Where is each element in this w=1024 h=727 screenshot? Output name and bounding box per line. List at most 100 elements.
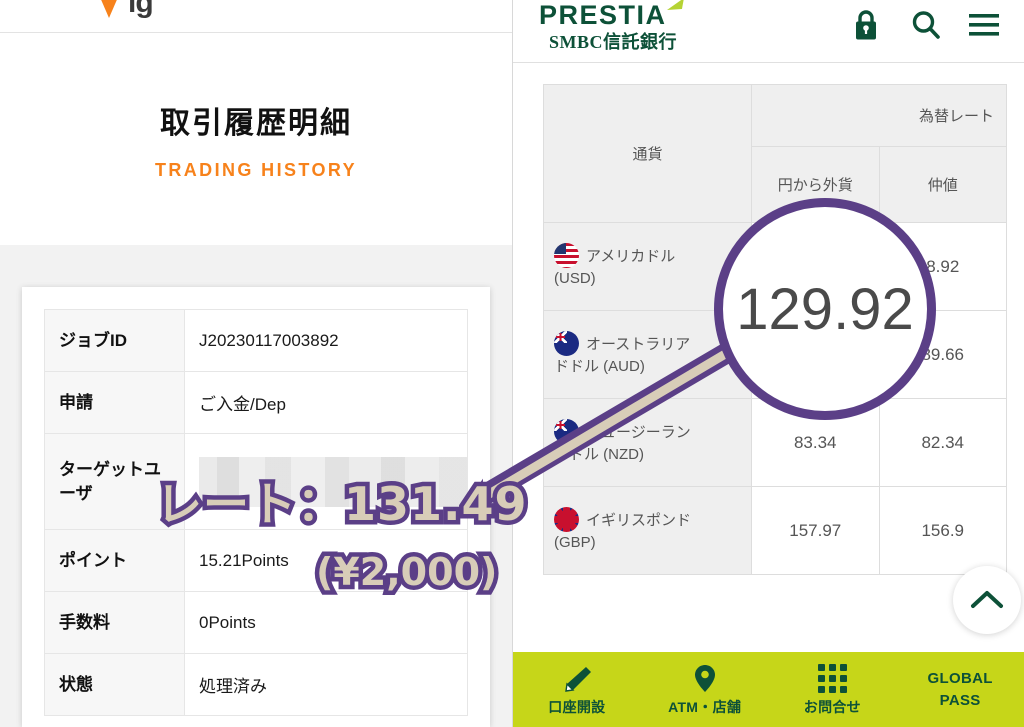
currency-code-line2: (USD) [554, 270, 596, 288]
table-row: ニュージーランドドル (NZD) 83.34 82.34 [543, 398, 1007, 487]
dot [839, 675, 847, 683]
currency-cell: イギリスポンド (GBP) [543, 486, 752, 575]
prestia-header: PRESTIA SMBC信託銀行 [513, 0, 1024, 63]
dot [817, 664, 825, 672]
row-value: J20230117003892 [184, 309, 468, 372]
dot [839, 664, 847, 672]
scroll-to-top-button[interactable] [953, 566, 1021, 634]
header-rate-group: 為替レート [751, 84, 1007, 147]
page-subtitle: TRADING HISTORY [154, 159, 357, 180]
page-hero: 取引履歴明細 TRADING HISTORY [0, 33, 512, 245]
table-row: オーストラリアドドル (AUD) 89.66 [543, 310, 1007, 399]
nav-label: ATM・店舗 [668, 698, 742, 715]
header-currency: 通貨 [543, 84, 752, 223]
dot [817, 686, 825, 694]
row-label: 状態 [44, 653, 185, 716]
site-logo[interactable]: ig [96, 0, 306, 18]
currency-cell: オーストラリアドドル (AUD) [543, 310, 752, 399]
currency-code-line2: ドドル (NZD) [554, 446, 644, 464]
from-yen-value [751, 222, 880, 311]
dot [828, 675, 836, 683]
table-row: 申請 ご入金/Dep [44, 371, 468, 434]
search-icon[interactable] [905, 4, 947, 46]
dot [828, 664, 836, 672]
header-from-yen: 円から外貨 [751, 146, 880, 223]
chevron-up-icon [971, 591, 1003, 608]
nav-contact[interactable]: お問合せ [769, 652, 897, 727]
flag-au-icon [554, 331, 579, 357]
screenshot-root: ig 取引履歴明細 TRADING HISTORY ジョブID J2023011… [0, 0, 1024, 727]
exchange-rate-table: 通貨 為替レート 円から外貨 仲値 アメリカドル (USD) 8.92 オースト… [543, 84, 1007, 575]
table-row: イギリスポンド (GBP) 157.97 156.9 [543, 486, 1007, 575]
trading-history-panel: ig 取引履歴明細 TRADING HISTORY ジョブID J2023011… [0, 0, 512, 727]
nav-label: お問合せ [803, 698, 861, 715]
row-label: ターゲットユーザ [44, 433, 185, 530]
row-value: 0Points [184, 591, 468, 654]
nav-label-line1: GLOBAL [927, 669, 993, 687]
dots-grid [817, 664, 847, 694]
pen-card-icon [562, 664, 592, 694]
row-label: 申請 [44, 371, 185, 434]
transaction-detail-table: ジョブID J20230117003892 申請 ご入金/Dep ターゲットユー… [44, 309, 468, 716]
bottom-navigation: 口座開設 ATM・店舗 お問合せ GLOBAL PASS [513, 652, 1024, 727]
hamburger-menu-icon[interactable] [963, 4, 1005, 46]
prestia-logo[interactable]: PRESTIA SMBC信託銀行 [527, 0, 727, 54]
mid-rate-value: 8.92 [878, 222, 1007, 311]
currency-code-line2: (GBP) [554, 534, 596, 552]
flag-nz-icon [554, 419, 579, 445]
dots-grid-icon [817, 664, 847, 694]
mid-rate-value: 82.34 [878, 398, 1007, 487]
currency-name-line1: イギリスポンド [586, 512, 692, 530]
header-mid-rate: 仲値 [878, 146, 1007, 223]
table-row: 状態 処理済み [44, 653, 468, 716]
from-yen-value: 157.97 [751, 486, 880, 575]
leaf-accent-icon [667, 0, 684, 10]
dot [817, 675, 825, 683]
table-row: ジョブID J20230117003892 [44, 309, 468, 372]
row-value: ご入金/Dep [184, 371, 468, 434]
exchange-rate-table-wrap: 通貨 為替レート 円から外貨 仲値 アメリカドル (USD) 8.92 オースト… [543, 84, 1007, 575]
lock-icon[interactable] [845, 4, 887, 46]
row-value: 処理済み [184, 653, 468, 716]
prestia-wordmark: PRESTIA [539, 0, 727, 30]
prestia-subname: SMBC信託銀行 [549, 32, 678, 52]
dot [839, 686, 847, 694]
nav-atm-branch[interactable]: ATM・店舗 [641, 652, 769, 727]
prestia-panel: PRESTIA SMBC信託銀行 通貨 為替レート 円から外貨 仲値 アメリカド… [512, 0, 1024, 727]
table-row: ポイント 15.21Points [44, 529, 468, 592]
row-value: 15.21Points [184, 529, 468, 592]
flag-us-icon [554, 243, 579, 269]
nav-account-open[interactable]: 口座開設 [513, 652, 641, 727]
row-label: ジョブID [44, 309, 185, 372]
flag-gb-icon [554, 507, 579, 533]
mid-rate-value: 156.9 [878, 486, 1007, 575]
detail-section: ジョブID J20230117003892 申請 ご入金/Dep ターゲットユー… [0, 245, 512, 727]
currency-cell: ニュージーランドドル (NZD) [543, 398, 752, 487]
from-yen-value: 83.34 [751, 398, 880, 487]
row-value-masked [184, 433, 468, 530]
currency-name-line1: ニュージーラン [586, 424, 691, 442]
from-yen-value [751, 310, 880, 399]
nav-label: 口座開設 [548, 698, 606, 715]
table-row: アメリカドル (USD) 8.92 [543, 222, 1007, 311]
prestia-wordmark-text: PRESTIA [539, 0, 667, 30]
table-row: ターゲットユーザ [44, 433, 468, 530]
detail-card: ジョブID J20230117003892 申請 ご入金/Dep ターゲットユー… [22, 287, 490, 727]
currency-code-line2: ドドル (AUD) [554, 358, 645, 376]
currency-name-line1: アメリカドル [586, 248, 676, 266]
mid-rate-value: 89.66 [878, 310, 1007, 399]
nav-global-pass[interactable]: GLOBAL PASS [896, 652, 1024, 727]
nav-label-line2: PASS [939, 692, 981, 709]
currency-cell: アメリカドル (USD) [543, 222, 752, 311]
row-label: 手数料 [44, 591, 185, 654]
currency-name-line1: オーストラリア [586, 336, 691, 354]
table-row: 手数料 0Points [44, 591, 468, 654]
row-label: ポイント [44, 529, 185, 592]
redacted-value-block [199, 456, 467, 507]
page-title: 取引履歴明細 [160, 106, 352, 140]
logo-wordmark: ig [128, 0, 154, 19]
map-pin-icon [693, 664, 717, 694]
left-site-header: ig [0, 0, 512, 33]
rate-header-row-top: 通貨 為替レート [543, 84, 1007, 223]
logo-triangle-icon [96, 0, 122, 18]
